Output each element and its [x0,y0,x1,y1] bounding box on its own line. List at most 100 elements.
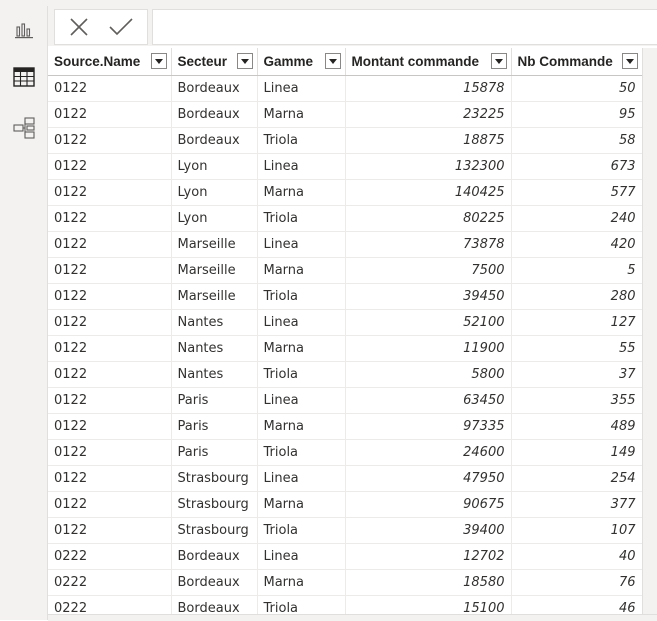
table-row[interactable]: 0122 Bordeaux Triola 18875 58 [48,127,642,154]
table-row[interactable]: 0122 Strasbourg Triola 39400 107 [48,517,642,544]
table-row[interactable]: 0122 Strasbourg Marna 90675 377 [48,491,642,518]
cell-montant-commande[interactable]: 11900 [345,335,512,362]
cell-montant-commande[interactable]: 52100 [345,309,512,336]
table-row[interactable]: 0222 Bordeaux Triola 15100 46 [48,595,642,614]
cell-secteur[interactable]: Nantes [171,309,258,336]
cell-secteur[interactable]: Lyon [171,179,258,206]
table-row[interactable]: 0122 Lyon Marna 140425 577 [48,179,642,206]
cell-source-name[interactable]: 0222 [48,543,172,570]
cell-montant-commande[interactable]: 7500 [345,257,512,284]
cell-source-name[interactable]: 0122 [48,231,172,258]
cell-gamme[interactable]: Linea [257,75,346,102]
cell-montant-commande[interactable]: 39400 [345,517,512,544]
cell-source-name[interactable]: 0122 [48,413,172,440]
cell-secteur[interactable]: Bordeaux [171,75,258,102]
cell-gamme[interactable]: Marna [257,413,346,440]
cell-nb-commande[interactable]: 127 [511,309,642,336]
cell-gamme[interactable]: Triola [257,517,346,544]
cell-source-name[interactable]: 0122 [48,179,172,206]
cell-gamme[interactable]: Triola [257,361,346,388]
cell-montant-commande[interactable]: 80225 [345,205,512,232]
table-row[interactable]: 0122 Paris Triola 24600 149 [48,439,642,466]
cell-secteur[interactable]: Nantes [171,335,258,362]
cell-secteur[interactable]: Bordeaux [171,569,258,596]
table-row[interactable]: 0122 Marseille Linea 73878 420 [48,231,642,258]
cell-montant-commande[interactable]: 24600 [345,439,512,466]
column-header-secteur[interactable]: Secteur [171,48,258,76]
cell-nb-commande[interactable]: 37 [511,361,642,388]
filter-dropdown-button[interactable] [150,53,167,69]
cell-source-name[interactable]: 0122 [48,465,172,492]
cell-montant-commande[interactable]: 140425 [345,179,512,206]
cell-gamme[interactable]: Triola [257,283,346,310]
table-row[interactable]: 0122 Marseille Triola 39450 280 [48,283,642,310]
cell-montant-commande[interactable]: 90675 [345,491,512,518]
cell-nb-commande[interactable]: 377 [511,491,642,518]
cell-secteur[interactable]: Paris [171,439,258,466]
model-view-button[interactable] [8,112,40,144]
cell-montant-commande[interactable]: 97335 [345,413,512,440]
cell-gamme[interactable]: Marna [257,569,346,596]
cancel-button[interactable] [65,14,93,40]
cell-source-name[interactable]: 0222 [48,569,172,596]
cell-secteur[interactable]: Lyon [171,205,258,232]
table-row[interactable]: 0122 Nantes Marna 11900 55 [48,335,642,362]
cell-montant-commande[interactable]: 73878 [345,231,512,258]
cell-nb-commande[interactable]: 50 [511,75,642,102]
cell-source-name[interactable]: 0122 [48,257,172,284]
cell-gamme[interactable]: Triola [257,205,346,232]
cell-secteur[interactable]: Bordeaux [171,101,258,128]
cell-montant-commande[interactable]: 5800 [345,361,512,388]
cell-secteur[interactable]: Strasbourg [171,517,258,544]
table-row[interactable]: 0122 Strasbourg Linea 47950 254 [48,465,642,492]
cell-secteur[interactable]: Paris [171,413,258,440]
cell-gamme[interactable]: Triola [257,127,346,154]
cell-secteur[interactable]: Strasbourg [171,465,258,492]
cell-nb-commande[interactable]: 95 [511,101,642,128]
cell-montant-commande[interactable]: 132300 [345,153,512,180]
cell-montant-commande[interactable]: 15100 [345,595,512,614]
cell-nb-commande[interactable]: 46 [511,595,642,614]
column-header-gamme[interactable]: Gamme [257,48,346,76]
report-view-button[interactable] [8,14,40,46]
cell-secteur[interactable]: Lyon [171,153,258,180]
cell-nb-commande[interactable]: 240 [511,205,642,232]
commit-button[interactable] [107,14,135,40]
cell-source-name[interactable]: 0122 [48,153,172,180]
cell-montant-commande[interactable]: 23225 [345,101,512,128]
cell-source-name[interactable]: 0122 [48,283,172,310]
cell-source-name[interactable]: 0122 [48,361,172,388]
cell-nb-commande[interactable]: 355 [511,387,642,414]
cell-source-name[interactable]: 0122 [48,101,172,128]
cell-nb-commande[interactable]: 149 [511,439,642,466]
cell-gamme[interactable]: Linea [257,465,346,492]
cell-montant-commande[interactable]: 18875 [345,127,512,154]
cell-nb-commande[interactable]: 76 [511,569,642,596]
cell-nb-commande[interactable]: 420 [511,231,642,258]
cell-gamme[interactable]: Marna [257,257,346,284]
table-row[interactable]: 0122 Lyon Linea 132300 673 [48,153,642,180]
cell-source-name[interactable]: 0122 [48,309,172,336]
cell-source-name[interactable]: 0122 [48,387,172,414]
table-row[interactable]: 0122 Paris Linea 63450 355 [48,387,642,414]
cell-source-name[interactable]: 0122 [48,491,172,518]
filter-dropdown-button[interactable] [621,53,638,69]
cell-gamme[interactable]: Triola [257,439,346,466]
cell-nb-commande[interactable]: 5 [511,257,642,284]
cell-gamme[interactable]: Marna [257,335,346,362]
cell-nb-commande[interactable]: 280 [511,283,642,310]
table-row[interactable]: 0122 Bordeaux Marna 23225 95 [48,101,642,128]
cell-montant-commande[interactable]: 63450 [345,387,512,414]
cell-secteur[interactable]: Bordeaux [171,595,258,614]
cell-nb-commande[interactable]: 577 [511,179,642,206]
cell-secteur[interactable]: Bordeaux [171,127,258,154]
cell-montant-commande[interactable]: 12702 [345,543,512,570]
cell-gamme[interactable]: Marna [257,491,346,518]
cell-gamme[interactable]: Triola [257,595,346,614]
cell-montant-commande[interactable]: 18580 [345,569,512,596]
table-row[interactable]: 0122 Marseille Marna 7500 5 [48,257,642,284]
filter-dropdown-button[interactable] [236,53,253,69]
table-row[interactable]: 0122 Bordeaux Linea 15878 50 [48,75,642,102]
cell-gamme[interactable]: Linea [257,231,346,258]
cell-gamme[interactable]: Linea [257,153,346,180]
